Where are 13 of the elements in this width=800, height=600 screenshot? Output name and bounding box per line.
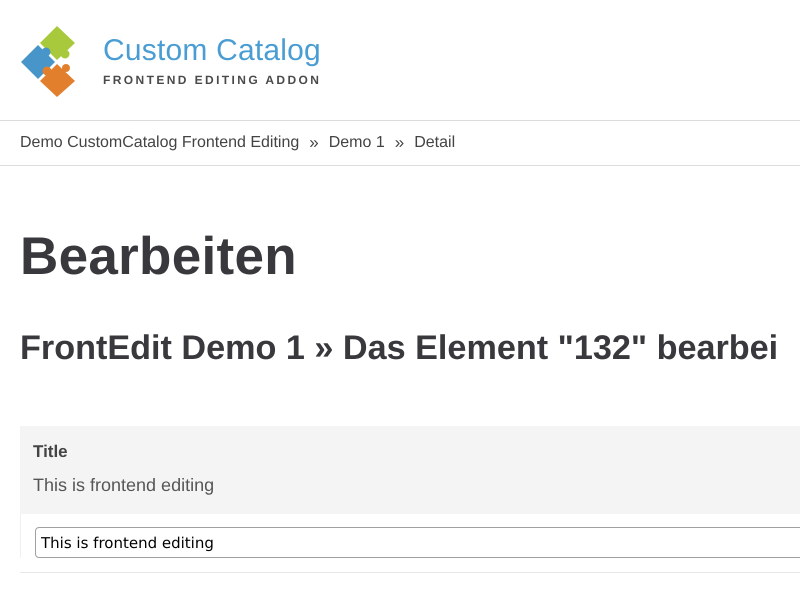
breadcrumb-link[interactable]: Demo CustomCatalog Frontend Editing <box>20 134 300 152</box>
breadcrumb-link[interactable]: Demo 1 <box>328 134 385 152</box>
logo-subtitle: FRONTEND EDITING ADDON <box>103 72 322 88</box>
page-subtitle: FrontEdit Demo 1 » Das Element "132" bearbei <box>20 328 778 369</box>
field-current-value: This is frontend editing <box>33 474 214 496</box>
logo-title: Custom Catalog <box>103 34 321 68</box>
page-title: Bearbeiten <box>20 227 297 287</box>
field-label: Title <box>33 442 68 462</box>
breadcrumb-link[interactable]: Detail <box>414 134 456 152</box>
input-field[interactable]: This is frontend editing <box>35 527 800 558</box>
breadcrumb-separator: » <box>309 133 319 153</box>
puzzle-pieces-icon <box>20 24 77 98</box>
breadcrumb-separator: » <box>394 133 404 153</box>
